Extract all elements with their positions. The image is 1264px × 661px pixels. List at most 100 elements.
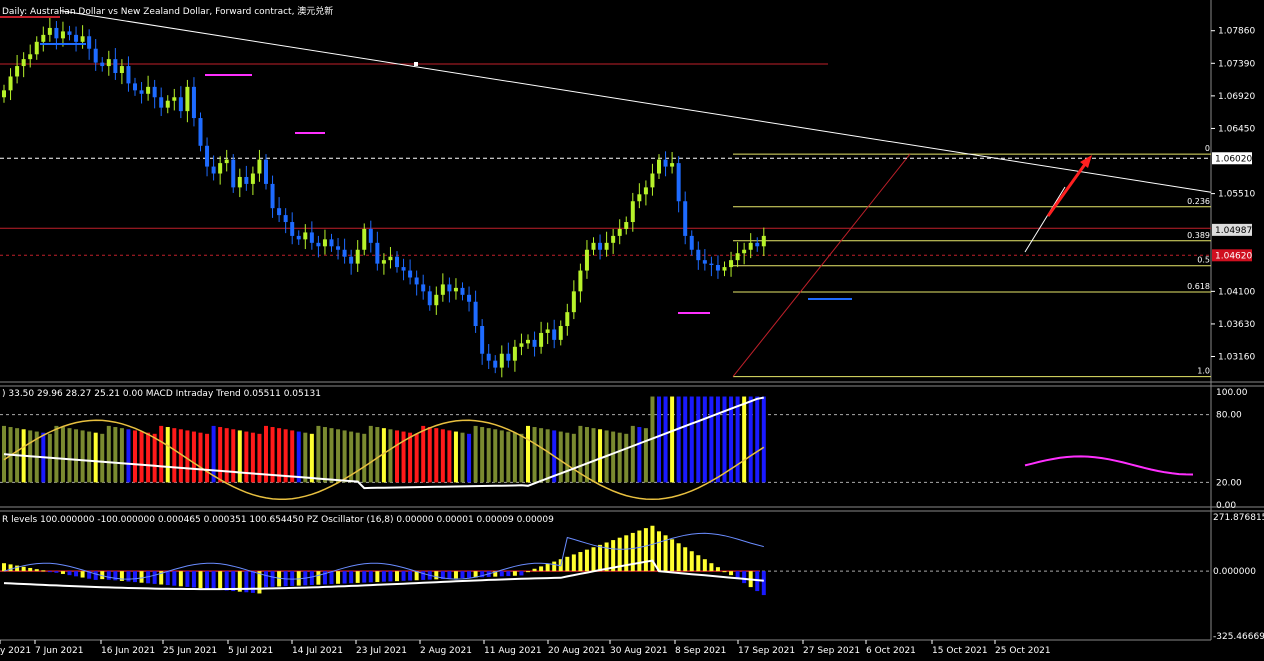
macd-bar	[473, 425, 478, 483]
macd-bar	[519, 433, 524, 483]
macd-bar	[231, 429, 236, 483]
macd-tick-label: 100.00	[1216, 388, 1248, 398]
macd-bar	[434, 428, 439, 483]
macd-bar	[598, 429, 603, 483]
candle-body	[375, 242, 380, 264]
candle-body	[283, 215, 288, 223]
osc-bar	[80, 571, 85, 578]
macd-bar	[309, 433, 314, 483]
osc-bar	[218, 571, 223, 590]
candle-body	[244, 176, 249, 184]
date-tick-label: 23 Jul 2021	[356, 646, 407, 656]
macd-bar	[211, 425, 216, 483]
candle-body	[329, 239, 334, 247]
macd-bar	[512, 432, 517, 483]
price-tick-label: 1.06920	[1218, 92, 1255, 102]
macd-bar	[460, 432, 465, 483]
osc-bar	[604, 542, 609, 572]
date-tick-label: 25 Oct 2021	[995, 646, 1051, 656]
osc-bar	[198, 571, 203, 589]
macd-bar	[630, 425, 635, 483]
macd-bar	[165, 427, 170, 483]
osc-bar	[15, 565, 20, 572]
macd-tick-label: 0.00	[1216, 501, 1236, 511]
candle-body	[303, 232, 308, 240]
osc-bar	[591, 547, 596, 572]
candle-body	[722, 267, 727, 271]
candle-body	[571, 291, 576, 313]
fib-level-label: 0.389	[1187, 231, 1210, 240]
macd-bar	[702, 396, 707, 483]
macd-bar	[250, 432, 255, 483]
osc-bar	[722, 571, 727, 573]
macd-bar	[748, 396, 753, 483]
macd-bar	[60, 427, 65, 483]
macd-bar	[133, 430, 137, 483]
macd-bar	[526, 425, 530, 483]
osc-bar	[467, 571, 472, 578]
date-tick-label: 27 Sep 2021	[803, 646, 860, 656]
macd-bar	[761, 396, 766, 483]
osc-bar	[336, 571, 341, 584]
candle-body	[15, 66, 20, 77]
macd-bar	[244, 431, 249, 483]
osc-bar	[499, 571, 504, 577]
candle-body	[702, 260, 707, 264]
trendline-anchor	[414, 61, 418, 66]
macd-bar	[670, 396, 675, 483]
candle-body	[28, 54, 33, 60]
osc-bar	[355, 571, 360, 583]
macd-bar	[493, 429, 498, 483]
macd-bar	[545, 429, 550, 483]
macd-bar	[355, 432, 360, 483]
osc-bar	[60, 571, 65, 574]
candle-body	[87, 36, 92, 49]
macd-bar	[342, 430, 347, 483]
candle-body	[191, 86, 196, 119]
candle-body	[735, 253, 740, 261]
osc-bar	[28, 567, 33, 572]
osc-tick-label: -325.466691	[1213, 632, 1264, 642]
osc-bar	[34, 569, 39, 572]
macd-bar	[191, 431, 196, 483]
macd-bar	[689, 396, 694, 483]
macd-bar	[453, 431, 458, 483]
osc-bar	[598, 544, 603, 572]
osc-bar	[689, 551, 694, 572]
macd-bar	[329, 428, 334, 483]
osc-bar	[349, 571, 354, 584]
macd-bar	[375, 427, 380, 483]
candle-body	[139, 90, 144, 94]
candle-body	[80, 36, 85, 42]
macd-bar	[617, 432, 622, 483]
candle-body	[165, 100, 170, 108]
pz-oscillator-panel	[0, 525, 1211, 596]
date-tick-label: 20 Aug 2021	[548, 646, 606, 656]
price-tag-label: 1.04987	[1215, 226, 1252, 236]
macd-bar	[316, 425, 321, 483]
macd-bar	[467, 433, 472, 483]
macd-bar	[237, 430, 242, 483]
price-tick-label: 1.04100	[1218, 287, 1255, 297]
price-chart[interactable]: 00.2360.3890.50.6181.0 1.078601.073901.0…	[0, 0, 1264, 661]
date-tick-label: 8 Sep 2021	[675, 646, 726, 656]
osc-bar	[539, 566, 544, 572]
price-tick-label: 1.03160	[1218, 353, 1255, 363]
osc-bar	[447, 571, 452, 579]
candle-body	[106, 59, 111, 67]
macd-bar	[427, 427, 432, 483]
macd-bar	[93, 432, 98, 483]
candle-body	[290, 222, 295, 236]
candle-body	[21, 59, 26, 67]
osc-bar	[41, 570, 46, 572]
date-tick-label: 15 Oct 2021	[932, 646, 988, 656]
macd-bar	[408, 432, 413, 483]
candle-body	[133, 83, 137, 91]
candle-body	[211, 166, 216, 174]
chart-title: Daily: Australian Dollar vs New Zealand …	[2, 7, 334, 17]
osc-bar	[729, 571, 734, 576]
macd-bar	[388, 429, 393, 483]
candle-body	[41, 34, 46, 42]
osc-bar	[434, 571, 439, 580]
osc-bar	[93, 571, 98, 580]
